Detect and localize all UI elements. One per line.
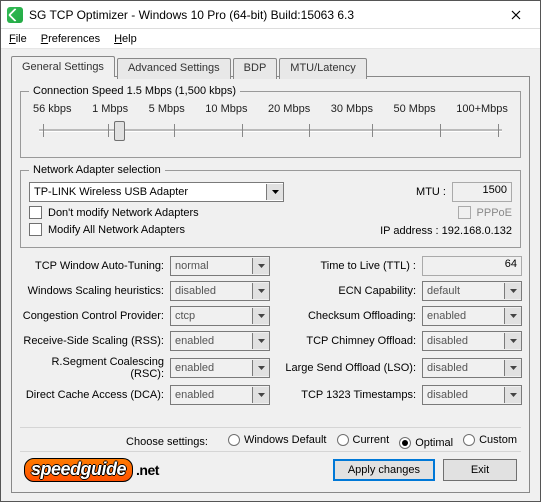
close-icon <box>511 10 521 20</box>
setting-label: R.Segment Coalescing (RSC): <box>20 356 170 380</box>
radio-dot <box>228 434 240 446</box>
setting-label: Receive-Side Scaling (RSS): <box>20 335 170 347</box>
client-area: General Settings Advanced Settings BDP M… <box>1 49 540 501</box>
app-window: SG TCP Optimizer - Windows 10 Pro (64-bi… <box>0 0 541 502</box>
menu-preferences[interactable]: Preferences <box>41 33 100 45</box>
footer: speedguide .net Apply changes Exit <box>20 452 521 482</box>
speed-mark: 30 Mbps <box>331 103 373 115</box>
chevron-down-icon <box>252 360 269 376</box>
setting-label: Direct Cache Access (DCA): <box>20 389 170 401</box>
tab-general[interactable]: General Settings <box>11 56 115 77</box>
settings-grid: TCP Window Auto-Tuning:normalTime to Liv… <box>20 256 521 405</box>
adapter-select[interactable]: TP-LINK Wireless USB Adapter <box>29 182 284 202</box>
window-title: SG TCP Optimizer - Windows 10 Pro (64-bi… <box>29 8 496 22</box>
menu-help[interactable]: Help <box>114 33 137 45</box>
adapter-group: Network Adapter selection TP-LINK Wirele… <box>20 164 521 248</box>
setting-label: Windows Scaling heuristics: <box>20 285 170 297</box>
chevron-down-icon <box>252 333 269 349</box>
speed-mark: 10 Mbps <box>205 103 247 115</box>
checkbox-modify-all[interactable]: Modify All Network Adapters <box>29 223 199 236</box>
menu-file[interactable]: File <box>9 33 27 45</box>
setting-combo[interactable]: default <box>422 281 522 301</box>
setting-label: Congestion Control Provider: <box>20 310 170 322</box>
menubar: File Preferences Help <box>1 29 540 49</box>
radio-dot <box>463 434 475 446</box>
checkbox-box <box>29 206 42 219</box>
checkbox-box <box>458 206 471 219</box>
speed-tick-labels: 56 kbps 1 Mbps 5 Mbps 10 Mbps 20 Mbps 30… <box>29 103 512 115</box>
speed-mark: 1 Mbps <box>92 103 128 115</box>
titlebar[interactable]: SG TCP Optimizer - Windows 10 Pro (64-bi… <box>1 1 540 29</box>
speed-slider[interactable] <box>29 119 512 147</box>
radio-optimal[interactable]: Optimal <box>399 437 453 449</box>
chevron-down-icon <box>266 184 283 200</box>
mtu-label: MTU : <box>416 186 446 198</box>
app-icon <box>7 7 23 23</box>
setting-label: Checksum Offloading: <box>272 310 422 322</box>
ttl-field[interactable]: 64 <box>422 256 522 276</box>
choose-label: Choose settings: <box>126 436 208 448</box>
tab-bdp[interactable]: BDP <box>233 58 278 79</box>
connection-speed-legend: Connection Speed 1.5 Mbps (1,500 kbps) <box>29 85 240 97</box>
chevron-down-icon <box>252 308 269 324</box>
speed-mark: 20 Mbps <box>268 103 310 115</box>
choose-settings-row: Choose settings: Windows Default Current O… <box>20 427 521 452</box>
apply-button[interactable]: Apply changes <box>333 459 435 481</box>
checkbox-box <box>29 223 42 236</box>
chevron-down-icon <box>252 387 269 403</box>
radio-dot <box>337 434 349 446</box>
adapter-legend: Network Adapter selection <box>29 164 165 176</box>
radio-windows-default[interactable]: Windows Default <box>228 434 327 446</box>
setting-combo[interactable]: ctcp <box>170 306 270 326</box>
ip-value: 192.168.0.132 <box>442 225 512 237</box>
setting-combo[interactable]: enabled <box>170 331 270 351</box>
radio-dot <box>399 437 411 449</box>
chevron-down-icon <box>252 258 269 274</box>
connection-speed-group: Connection Speed 1.5 Mbps (1,500 kbps) 5… <box>20 85 521 158</box>
brand-logo: speedguide .net <box>24 458 159 482</box>
checkbox-pppoe: PPPoE <box>380 206 512 219</box>
speed-mark: 5 Mbps <box>149 103 185 115</box>
chevron-down-icon <box>504 333 521 349</box>
tab-advanced[interactable]: Advanced Settings <box>117 58 231 79</box>
exit-button[interactable]: Exit <box>443 459 517 481</box>
setting-combo[interactable]: disabled <box>422 385 522 405</box>
close-button[interactable] <box>496 1 536 28</box>
tab-strip: General Settings Advanced Settings BDP M… <box>11 56 530 77</box>
setting-label: TCP 1323 Timestamps: <box>272 389 422 401</box>
setting-label: Time to Live (TTL) : <box>272 260 422 272</box>
radio-custom[interactable]: Custom <box>463 434 517 446</box>
setting-combo[interactable]: disabled <box>170 281 270 301</box>
setting-combo[interactable]: enabled <box>422 306 522 326</box>
setting-combo[interactable]: enabled <box>170 385 270 405</box>
ip-line: IP address : 192.168.0.132 <box>380 225 512 237</box>
setting-label: Large Send Offload (LSO): <box>272 362 422 374</box>
setting-label: TCP Window Auto-Tuning: <box>20 260 170 272</box>
setting-combo[interactable]: disabled <box>422 331 522 351</box>
radio-current[interactable]: Current <box>337 434 390 446</box>
chevron-down-icon <box>252 283 269 299</box>
chevron-down-icon <box>504 360 521 376</box>
setting-combo[interactable]: disabled <box>422 358 522 378</box>
slider-thumb[interactable] <box>114 121 125 141</box>
speed-mark: 50 Mbps <box>393 103 435 115</box>
setting-combo[interactable]: enabled <box>170 358 270 378</box>
chevron-down-icon <box>504 387 521 403</box>
setting-label: ECN Capability: <box>272 285 422 297</box>
mtu-value: 1500 <box>452 182 512 202</box>
setting-label: TCP Chimney Offload: <box>272 335 422 347</box>
tab-page-general: Connection Speed 1.5 Mbps (1,500 kbps) 5… <box>11 76 530 493</box>
chevron-down-icon <box>504 308 521 324</box>
speed-mark: 100+Mbps <box>456 103 508 115</box>
checkbox-dont-modify[interactable]: Don't modify Network Adapters <box>29 206 199 219</box>
setting-combo[interactable]: normal <box>170 256 270 276</box>
chevron-down-icon <box>504 283 521 299</box>
tab-mtu[interactable]: MTU/Latency <box>279 58 366 79</box>
speed-mark: 56 kbps <box>33 103 72 115</box>
adapter-selected-text: TP-LINK Wireless USB Adapter <box>34 186 188 198</box>
